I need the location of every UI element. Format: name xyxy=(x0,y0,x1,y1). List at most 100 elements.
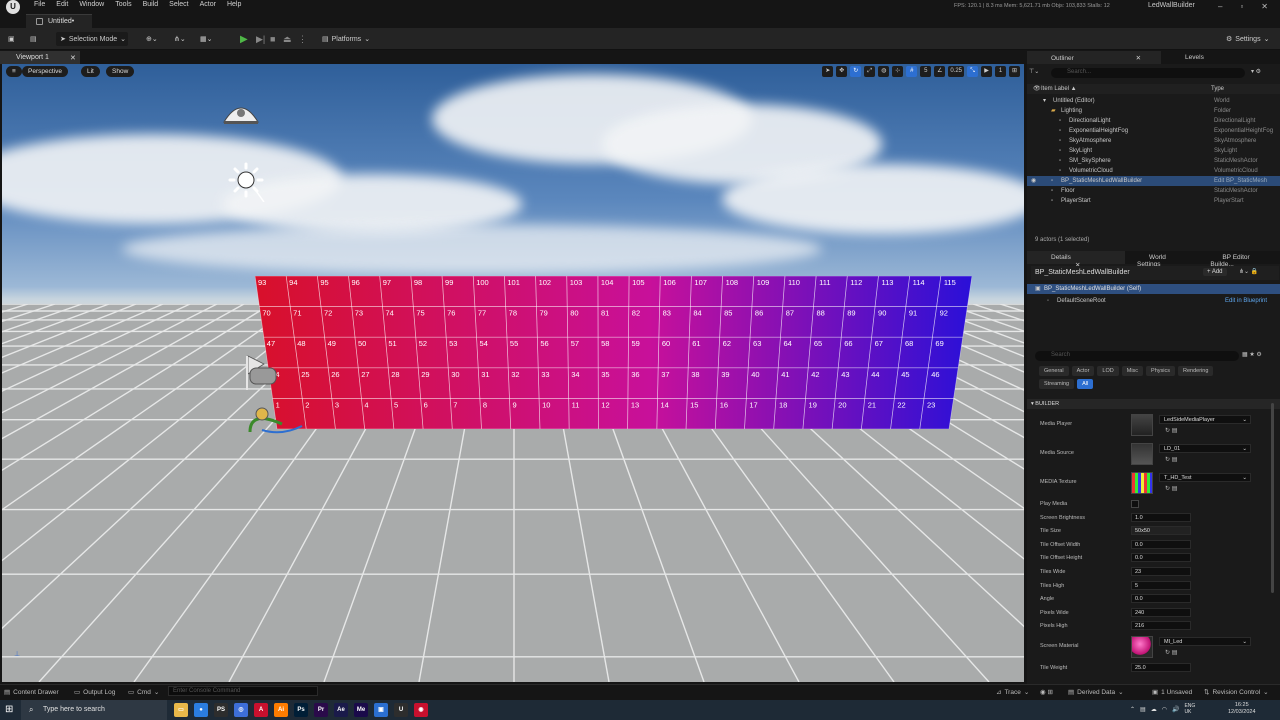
builder-section-header[interactable]: ▾ BUILDER xyxy=(1027,399,1280,409)
property-input[interactable]: 0.0 xyxy=(1131,594,1191,604)
grid-size-value[interactable]: 5 xyxy=(920,66,932,77)
play-media-checkbox[interactable] xyxy=(1131,500,1139,508)
details-search-input[interactable]: Search xyxy=(1035,351,1239,361)
property-input[interactable]: 5 xyxy=(1131,580,1191,590)
material-picker[interactable]: MI_Led ⌄ xyxy=(1159,637,1251,646)
taskbar-app-icon[interactable]: Pr xyxy=(314,703,328,717)
maximize-icon[interactable]: ▫ xyxy=(1240,2,1243,11)
property-input[interactable]: 0.0 xyxy=(1131,539,1191,549)
outliner-row[interactable]: ▫ SkyLight SkyLight xyxy=(1027,146,1280,156)
status-icons[interactable]: ◉ ⊞ xyxy=(1040,688,1053,696)
outliner-row[interactable]: ▾ Untitled (Editor) World xyxy=(1027,96,1280,106)
edit-in-blueprint-link[interactable]: Edit in Blueprint xyxy=(1225,296,1267,306)
camera-speed-value[interactable]: 1 xyxy=(995,66,1006,77)
outliner-row[interactable]: ▫ VolumetricCloud VolumetricCloud xyxy=(1027,166,1280,176)
close-icon[interactable]: ✕ xyxy=(1124,52,1151,62)
menu-build[interactable]: Build xyxy=(143,1,159,8)
taskbar-app-icon[interactable]: Me xyxy=(354,703,368,717)
property-input[interactable]: 240 xyxy=(1131,607,1191,617)
category-lod[interactable]: LOD xyxy=(1097,366,1119,376)
taskbar-app-icon[interactable]: ▣ xyxy=(374,703,388,717)
move-tool-icon[interactable]: ✥ xyxy=(836,66,848,77)
tile-weight-input[interactable]: 25.0 xyxy=(1131,663,1191,672)
cinematics-icon[interactable]: ▦⌄ xyxy=(200,32,212,46)
asset-picker[interactable]: T_HD_Test ⌄ xyxy=(1159,473,1251,482)
taskbar-search[interactable]: ⌕ Type here to search xyxy=(21,700,167,720)
angle-snap-value[interactable]: 0.25 xyxy=(948,66,964,77)
outliner-row[interactable]: ▫ SkyAtmosphere SkyAtmosphere xyxy=(1027,136,1280,146)
viewport-tab[interactable]: Viewport 1 ✕ xyxy=(0,51,80,64)
details-scrollbar[interactable] xyxy=(1271,403,1274,593)
level-viewport[interactable]: ≡ Perspective Lit Show ➤ ✥ ↻ ⤢ ◍ ⊹ # 5 ∠… xyxy=(2,64,1024,682)
close-icon[interactable]: ✕ xyxy=(1261,2,1268,11)
trace-dropdown[interactable]: ⊿ Trace ⌄ xyxy=(996,688,1029,697)
component-root[interactable]: ◦ DefaultSceneRoot Edit in Blueprint xyxy=(1027,296,1280,306)
menu-window[interactable]: Window xyxy=(79,1,104,8)
blueprint-icon[interactable]: ⋔⌄ xyxy=(174,32,186,46)
add-actor-icon[interactable]: ⊕⌄ xyxy=(146,32,158,46)
world-space-icon[interactable]: ◍ xyxy=(878,66,890,77)
category-physics[interactable]: Physics xyxy=(1146,366,1175,376)
outliner-row[interactable]: ▰ Lighting Folder xyxy=(1027,106,1280,116)
angle-snap-icon[interactable]: ∠ xyxy=(934,66,946,77)
stop-icon[interactable]: ■ xyxy=(270,32,275,46)
selection-mode-dropdown[interactable]: ➤ Selection Mode ⌄ xyxy=(56,32,128,46)
save-icon[interactable]: ▣ xyxy=(8,32,15,46)
category-misc[interactable]: Misc xyxy=(1121,366,1144,376)
platforms-dropdown[interactable]: ▤ Platforms ⌄ xyxy=(322,32,370,46)
maximize-viewport-icon[interactable]: ⊞ xyxy=(1009,66,1020,77)
eye-icon[interactable]: ◉ xyxy=(1031,176,1036,186)
step-icon[interactable]: ▶| xyxy=(256,32,265,46)
taskbar-app-icon[interactable]: U xyxy=(394,703,408,717)
asset-picker[interactable]: LD_01 ⌄ xyxy=(1159,444,1251,453)
filter-icon[interactable]: ⊤⌄ xyxy=(1029,68,1039,75)
taskbar-app-icon[interactable]: ◎ xyxy=(234,703,248,717)
output-log-button[interactable]: ▭ Output Log xyxy=(74,688,115,697)
lit-button[interactable]: Lit xyxy=(81,66,100,77)
property-input[interactable]: 216 xyxy=(1131,621,1191,631)
taskbar-app-icon[interactable]: Ai xyxy=(274,703,288,717)
property-input[interactable]: 1.0 xyxy=(1131,512,1191,522)
taskbar-clock[interactable]: 16:25 12/03/2024 xyxy=(1228,702,1256,716)
perspective-button[interactable]: Perspective xyxy=(22,66,68,77)
category-all[interactable]: All xyxy=(1077,379,1094,389)
asset-thumbnail[interactable] xyxy=(1131,443,1153,465)
play-options-icon[interactable]: ⋮ xyxy=(298,32,307,46)
taskbar-app-icon[interactable]: Ps xyxy=(294,703,308,717)
menu-select[interactable]: Select xyxy=(169,1,188,8)
network-icon[interactable]: ▤ xyxy=(1140,706,1146,713)
taskbar-app-icon[interactable]: ▭ xyxy=(174,703,188,717)
material-thumbnail[interactable] xyxy=(1131,636,1153,658)
menu-tools[interactable]: Tools xyxy=(115,1,131,8)
show-button[interactable]: Show xyxy=(106,66,135,77)
outliner-row[interactable]: ▫ PlayerStart PlayerStart xyxy=(1027,196,1280,206)
browse-icon[interactable]: ↻ ▤ xyxy=(1165,456,1177,463)
unsaved-button[interactable]: ▣ 1 Unsaved xyxy=(1152,688,1192,697)
derived-data-button[interactable]: ▤ Derived Data ⌄ xyxy=(1068,688,1124,697)
outliner-search-input[interactable]: Search... xyxy=(1051,68,1245,78)
content-browser-icon[interactable]: ▤ xyxy=(30,32,37,46)
play-button[interactable]: ▶ xyxy=(240,32,252,46)
blueprint-options-icon[interactable]: ⋔⌄ 🔒 xyxy=(1239,268,1258,275)
menu-help[interactable]: Help xyxy=(227,1,241,8)
viewport-menu-icon[interactable]: ≡ xyxy=(6,66,22,77)
asset-picker[interactable]: LedSideMediaPlayer ⌄ xyxy=(1159,415,1251,424)
tab-outliner[interactable]: Outliner ✕ xyxy=(1027,51,1162,64)
asset-thumbnail[interactable] xyxy=(1131,472,1153,494)
tray-chevron-icon[interactable]: ⌃ xyxy=(1130,706,1135,713)
tab-details[interactable]: Details ✕ xyxy=(1027,251,1126,269)
outliner-row[interactable]: ▫ SM_SkySphere StaticMeshActor xyxy=(1027,156,1280,166)
revision-control-button[interactable]: ⇅ Revision Control ⌄ xyxy=(1204,688,1269,697)
tab-world-settings[interactable]: World Settings xyxy=(1125,251,1198,268)
led-wall-actor[interactable]: 93 94 95 96 97 98 99 100 101 102 103 104 105 106 107 10… xyxy=(255,276,972,429)
col-item-label[interactable]: Item Label ▲ xyxy=(1041,84,1077,94)
level-tab[interactable]: Untitled• xyxy=(26,14,92,28)
directional-light-icon[interactable] xyxy=(228,162,268,202)
menu-file[interactable]: File xyxy=(34,1,45,8)
menu-actor[interactable]: Actor xyxy=(200,1,216,8)
component-self[interactable]: ▣ BP_StaticMeshLedWallBuilder (Self) xyxy=(1027,284,1280,294)
taskbar-app-icon[interactable]: ◉ xyxy=(414,703,428,717)
col-type[interactable]: Type xyxy=(1211,84,1224,94)
content-drawer-button[interactable]: ▤ Content Drawer xyxy=(4,688,59,697)
details-view-options-icon[interactable]: ▦ ★ ⚙ xyxy=(1242,351,1262,358)
